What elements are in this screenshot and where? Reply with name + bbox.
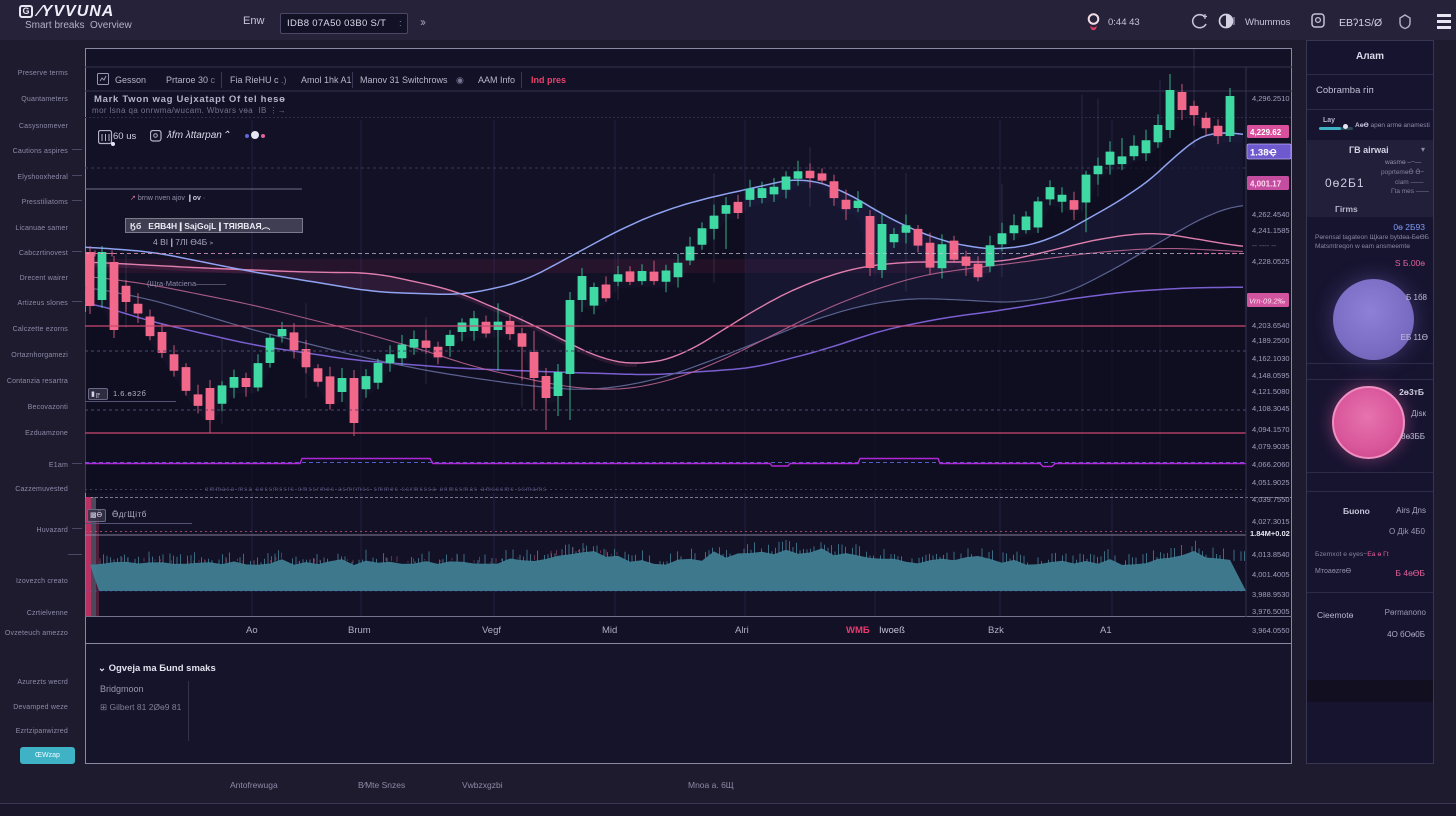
svg-text:1.84M+0.02: 1.84M+0.02 [1250,529,1290,538]
svg-text:Alri: Alri [735,625,749,636]
svg-text:Bzk: Bzk [988,625,1004,636]
svg-text:4,241.1585: 4,241.1585 [1252,226,1290,235]
svg-text:4,001.17: 4,001.17 [1250,180,1282,189]
svg-text:4,027.3015: 4,027.3015 [1252,517,1290,526]
svg-text:WMБ: WMБ [846,625,870,636]
svg-text:4,094.1570: 4,094.1570 [1252,425,1290,434]
svg-text:Vegf: Vegf [482,625,501,636]
svg-text:ommasa msa sessmssrs omssrmes: ommasa msa sessmssrs omssrmes asmrmss sm… [205,487,547,493]
svg-text:4,013.8540: 4,013.8540 [1252,550,1290,559]
svg-text:4,148.0595: 4,148.0595 [1252,371,1290,380]
svg-text:Vrn·09.2‰: Vrn·09.2‰ [1249,297,1286,306]
svg-text:Iwoeß: Iwoeß [879,625,905,636]
svg-text:1.38Ҿ: 1.38Ҿ [1250,148,1277,159]
svg-text:4,001.4005: 4,001.4005 [1252,570,1290,579]
svg-text:Brum: Brum [348,625,371,636]
svg-text:3,964.0550: 3,964.0550 [1252,626,1290,635]
svg-text:4,051.9025: 4,051.9025 [1252,478,1290,487]
svg-text:4,108.3045: 4,108.3045 [1252,404,1290,413]
svg-text:4,229.62: 4,229.62 [1250,128,1282,137]
svg-text:-- ---- --: -- ---- -- [1252,241,1277,250]
svg-text:A1: A1 [1100,625,1112,636]
svg-text:4,189.2500: 4,189.2500 [1252,336,1290,345]
svg-text:4,039.7550: 4,039.7550 [1252,495,1290,504]
svg-text:Ao: Ao [246,625,258,636]
svg-text:3,976.5005: 3,976.5005 [1252,607,1290,616]
svg-text:3,988.9530: 3,988.9530 [1252,590,1290,599]
svg-text:4,066.2060: 4,066.2060 [1252,460,1290,469]
svg-text:4,203.6540: 4,203.6540 [1252,321,1290,330]
svg-text:4,162.1030: 4,162.1030 [1252,354,1290,363]
svg-text:4,228.0525: 4,228.0525 [1252,257,1290,266]
svg-text:4,079.9035: 4,079.9035 [1252,442,1290,451]
svg-text:4,262.4540: 4,262.4540 [1252,210,1290,219]
svg-text:4,296.2510: 4,296.2510 [1252,94,1290,103]
svg-text:4,121.5080: 4,121.5080 [1252,387,1290,396]
svg-text:Mid: Mid [602,625,617,636]
